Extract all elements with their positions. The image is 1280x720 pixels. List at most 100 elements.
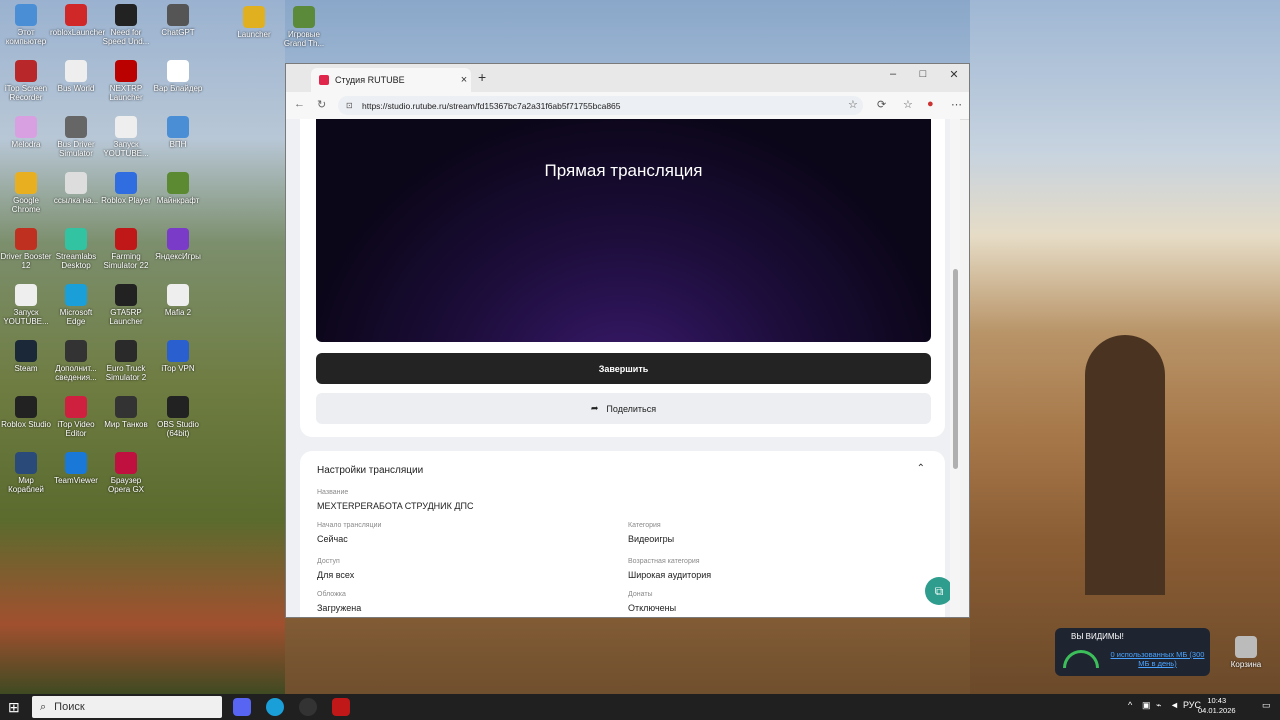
reload-icon[interactable]: ↻ <box>317 98 326 111</box>
desktop-icon[interactable]: Игровые Grand Th... <box>278 6 330 48</box>
url-field[interactable]: ⊡ https://studio.rutube.ru/stream/fd1536… <box>338 96 863 115</box>
desktop-icon[interactable]: Launcher <box>228 6 280 39</box>
desktop-icon-label: Roblox Studio <box>1 420 51 429</box>
desktop-icon[interactable]: NEXTRP Launcher <box>100 60 152 102</box>
desktop-icon[interactable]: Вар Блайдер <box>152 60 204 93</box>
desktop-icon[interactable]: Корзина <box>1220 636 1272 669</box>
desktop-icon[interactable]: Mafia 2 <box>152 284 204 317</box>
desktop-icon[interactable]: Дополнит... сведения... <box>50 340 102 382</box>
desktop-icon[interactable]: iTop Screen Recorder <box>0 60 52 102</box>
vpn-status-text: ВЫ ВИДИМЫ! <box>1071 632 1124 641</box>
scrollbar[interactable] <box>950 119 960 617</box>
clock[interactable]: 10:43 04.01.2026 <box>1198 696 1236 716</box>
scrollbar-thumb[interactable] <box>953 269 958 469</box>
gta5rp-icon <box>115 284 137 306</box>
site-info-icon[interactable]: ⊡ <box>346 101 356 110</box>
tray-chevron-icon[interactable]: ^ <box>1128 700 1132 710</box>
desktop-icon[interactable]: Запуск YOUTUBE... <box>0 284 52 326</box>
collapse-chevron-icon[interactable]: ⌃ <box>917 463 925 474</box>
minecraft-icon <box>167 172 189 194</box>
share-button[interactable]: ➦ Поделиться <box>316 393 931 424</box>
desktop-icon[interactable]: iTop Video Editor <box>50 396 102 438</box>
busdriver-icon <box>65 116 87 138</box>
roblox-icon <box>65 4 87 26</box>
desktop-icon[interactable]: Euro Truck Simulator 2 <box>100 340 152 382</box>
minimize-button[interactable]: – <box>878 68 908 80</box>
url-text: https://studio.rutube.ru/stream/fd15367b… <box>362 100 621 111</box>
desktop-icon[interactable]: Steam <box>0 340 52 373</box>
favorite-star-icon[interactable]: ☆ <box>848 98 858 111</box>
desktop-icon[interactable]: Melodra <box>0 116 52 149</box>
vpn-widget[interactable]: ВЫ ВИДИМЫ! 0 использованных МБ (300 МБ в… <box>1055 628 1210 676</box>
field-cover-label: Обложка <box>317 591 346 598</box>
tab-close-icon[interactable]: × <box>457 74 471 86</box>
desktop-icon[interactable]: Bus World <box>50 60 102 93</box>
taskbar: ⊞ ⌕ Поиск ^ ▣ ⌁ ◄ РУС 10:43 04.01.2026 ▭ <box>0 694 1280 720</box>
warblader-icon <box>167 60 189 82</box>
field-category-value: Видеоигры <box>628 534 675 544</box>
discord-taskbar-icon[interactable] <box>233 698 251 716</box>
field-name-label: Название <box>317 489 349 496</box>
favorites-icon[interactable]: ☆ <box>903 98 913 111</box>
obs-taskbar-icon[interactable] <box>299 698 317 716</box>
more-menu-icon[interactable]: ⋯ <box>951 98 962 111</box>
new-tab-button[interactable]: + <box>478 69 486 85</box>
desktop-icon[interactable]: TeamViewer <box>50 452 102 485</box>
extensions-icon[interactable]: ⟳ <box>877 98 886 111</box>
desktop-icon[interactable]: ссылка на... <box>50 172 102 205</box>
desktop-icon[interactable]: Google Chrome <box>0 172 52 214</box>
desktop-icon[interactable]: ChatGPT <box>152 4 204 37</box>
desktop-icon[interactable]: Driver Booster 12 <box>0 228 52 270</box>
desktop-icon[interactable]: OBS Studio (64bit) <box>152 396 204 438</box>
desktop-icon[interactable]: Microsoft Edge <box>50 284 102 326</box>
desktop-icon[interactable]: Streamlabs Desktop <box>50 228 102 270</box>
finish-stream-button[interactable]: Завершить <box>316 353 931 384</box>
desktop-icon[interactable]: Roblox Player <box>100 172 152 205</box>
volume-icon[interactable]: ◄ <box>1170 700 1179 710</box>
notifications-icon[interactable]: ▭ <box>1262 700 1271 711</box>
browser-window: Студия RUTUBE × + – □ ✕ ← ↻ ⊡ https://st… <box>285 63 970 618</box>
desktop-icon-label: ВПН <box>169 140 187 149</box>
desktop-icon[interactable]: Браузер Opera GX <box>100 452 152 494</box>
desktop-icon-label: Farming Simulator 22 <box>103 252 149 270</box>
rutube-favicon-icon <box>319 75 329 85</box>
desktop-icon[interactable]: Roblox Studio <box>0 396 52 429</box>
desktop-icon[interactable]: ВПН <box>152 116 204 149</box>
profile-avatar-icon[interactable]: ● <box>927 98 934 110</box>
desktop-icon-label: robloxLauncher <box>50 28 106 37</box>
back-icon[interactable]: ← <box>294 98 305 110</box>
tab-title: Студия RUTUBE <box>335 75 405 85</box>
close-window-button[interactable]: ✕ <box>939 68 969 81</box>
itop-vpn-icon <box>167 340 189 362</box>
desktop-icon[interactable]: Майнкрафт <box>152 172 204 205</box>
field-name: Название MEXTERPERAБOTA СТРУДНИК ДПС <box>317 489 473 511</box>
desktop-icon[interactable]: Мир Танков <box>100 396 152 429</box>
file-icon <box>65 172 87 194</box>
taskbar-search[interactable]: ⌕ Поиск <box>32 696 222 718</box>
desktop-icon-label: Запуск YOUTUBE... <box>3 308 49 326</box>
desktop-icon[interactable]: GTA5RP Launcher <box>100 284 152 326</box>
desktop-icon[interactable]: Мир Кораблей <box>0 452 52 494</box>
maximize-button[interactable]: □ <box>908 68 938 80</box>
edge-taskbar-icon[interactable] <box>266 698 284 716</box>
tab-studio-rutube[interactable]: Студия RUTUBE × <box>311 68 471 92</box>
support-chat-button[interactable]: ⧉ <box>925 577 953 605</box>
nextrp-icon <box>115 60 137 82</box>
desktop-icon[interactable]: Need for Speed Und... <box>100 4 152 46</box>
tray-app-icon[interactable]: ▣ <box>1142 700 1151 711</box>
desktop-icon-label: Вар Блайдер <box>153 84 203 93</box>
desktop-icon[interactable]: ЯндексИгры <box>152 228 204 261</box>
stream-settings-card: Настройки трансляции ⌃ Название MEXTERPE… <box>300 451 945 617</box>
vpn-usage-link[interactable]: 0 использованных МБ (300 МБ в день) <box>1110 650 1205 668</box>
desktop-icon[interactable]: Запуск YOUTUBE... <box>100 116 152 158</box>
desktop-icon[interactable]: iTop VPN <box>152 340 204 373</box>
desktop-icon[interactable]: Farming Simulator 22 <box>100 228 152 270</box>
desktop-icon[interactable]: Bus Driver Simulator <box>50 116 102 158</box>
network-icon[interactable]: ⌁ <box>1156 700 1161 711</box>
stream-preview-player[interactable]: Прямая трансляция <box>316 119 931 342</box>
desktop-icon[interactable]: robloxLauncher <box>50 4 106 37</box>
roblox-player-icon <box>115 172 137 194</box>
app-taskbar-icon[interactable] <box>332 698 350 716</box>
desktop-icon[interactable]: Этот компьютер <box>0 4 52 46</box>
windows-start-icon[interactable]: ⊞ <box>8 699 24 715</box>
